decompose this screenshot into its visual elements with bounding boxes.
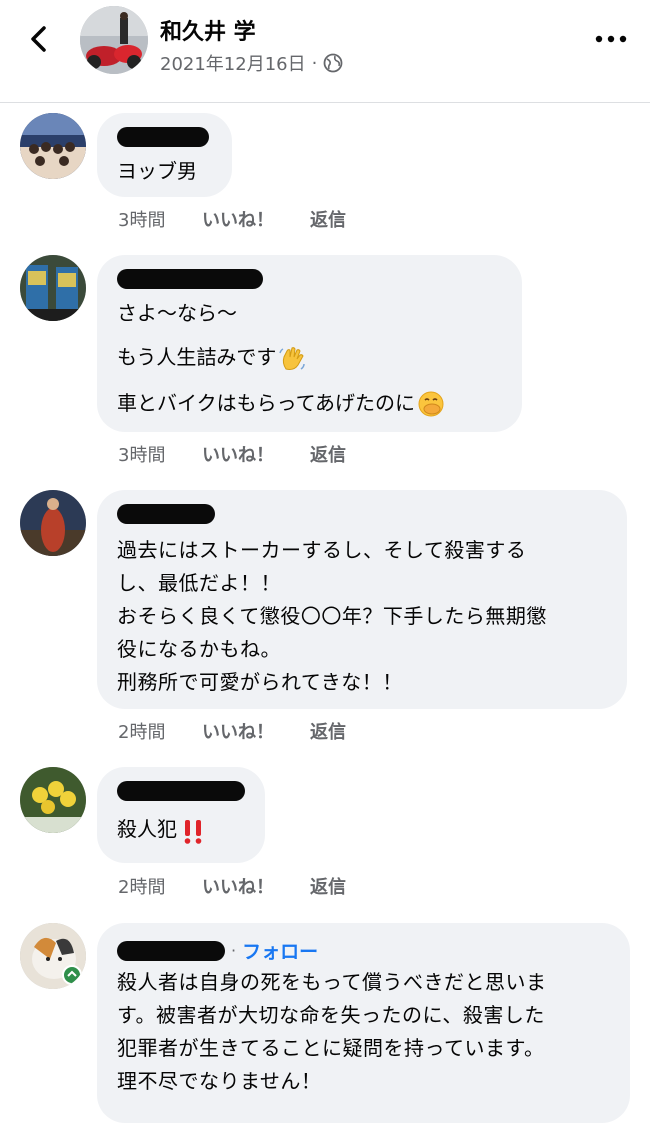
- redacted-name: [117, 269, 263, 289]
- follow-button[interactable]: フォロー: [242, 937, 318, 964]
- comment-bubble[interactable]: 殺人犯: [97, 767, 265, 863]
- commenter-avatar[interactable]: [20, 113, 86, 179]
- commenter-avatar[interactable]: [20, 490, 86, 556]
- meta-separator: ·: [311, 52, 318, 74]
- comment-actions: 2時間 いいね！ 返信: [118, 873, 346, 899]
- redacted-name: [117, 127, 209, 147]
- redacted-name: [117, 940, 225, 961]
- redacted-name: [117, 504, 215, 524]
- like-link[interactable]: いいね！: [202, 206, 310, 232]
- like-link[interactable]: いいね！: [202, 441, 310, 467]
- badge-icon: [62, 965, 82, 985]
- comment-bubble[interactable]: さよ〜なら〜 もう人生詰みです 車とバイクはもらってあげたのに: [97, 255, 522, 432]
- comment-text-line: 車とバイクはもらってあげたのに: [117, 389, 502, 419]
- face-with-hand-over-mouth-emoji: [418, 391, 444, 417]
- comment-time: 2時間: [118, 877, 166, 898]
- more-horizontal-icon[interactable]: [594, 30, 628, 48]
- comment-text: 殺人者は自身の死をもって償うべきだと思いま す。被害者が大切な命を失ったのに、殺…: [117, 970, 547, 1093]
- comment-text-line: 殺人犯: [117, 811, 245, 847]
- commenter-avatar[interactable]: [20, 255, 86, 321]
- reply-link[interactable]: 返信: [310, 441, 346, 467]
- commenter-avatar[interactable]: [20, 923, 86, 989]
- comment-bubble[interactable]: ヨッブ男: [97, 113, 232, 197]
- comment-text: ヨッブ男: [117, 159, 197, 183]
- comment-bubble[interactable]: 過去にはストーカーするし、そして殺害する し、最低だよ！！ おそらく良くて懲役〇…: [97, 490, 627, 709]
- comment-time: 3時間: [118, 445, 166, 466]
- commenter-name-row: · フォロー: [117, 937, 610, 964]
- reply-link[interactable]: 返信: [310, 206, 346, 232]
- author-name[interactable]: 和久井 学: [160, 14, 256, 46]
- like-link[interactable]: いいね！: [202, 718, 310, 744]
- comment-bubble[interactable]: · フォロー 殺人者は自身の死をもって償うべきだと思いま す。被害者が大切な命を…: [97, 923, 630, 1123]
- comment-time: 3時間: [118, 210, 166, 231]
- comment-text-line: もう人生詰みです: [117, 343, 502, 373]
- comment-actions: 2時間 いいね！ 返信: [118, 718, 346, 744]
- commenter-avatar[interactable]: [20, 767, 86, 833]
- reply-link[interactable]: 返信: [310, 873, 346, 899]
- comment-time: 2時間: [118, 722, 166, 743]
- like-link[interactable]: いいね！: [202, 873, 310, 899]
- author-avatar[interactable]: [80, 6, 148, 74]
- post-meta: 2021年12月16日 ·: [160, 50, 343, 76]
- comment-text: 過去にはストーカーするし、そして殺害する し、最低だよ！！ おそらく良くて懲役〇…: [117, 538, 547, 694]
- double-exclamation-emoji: [184, 819, 202, 844]
- chevron-left-icon[interactable]: [22, 22, 56, 56]
- post-header: 和久井 学 2021年12月16日 ·: [0, 0, 650, 103]
- reply-link[interactable]: 返信: [310, 718, 346, 744]
- waving-hand-emoji: [279, 346, 306, 370]
- post-date[interactable]: 2021年12月16日: [160, 50, 306, 76]
- comment-text-line: さよ〜なら〜: [117, 301, 237, 325]
- comment-actions: 3時間 いいね！ 返信: [118, 206, 346, 232]
- follow-separator: ·: [231, 941, 237, 960]
- comment-actions: 3時間 いいね！ 返信: [118, 441, 346, 467]
- redacted-name: [117, 781, 245, 801]
- globe-icon: [323, 53, 343, 73]
